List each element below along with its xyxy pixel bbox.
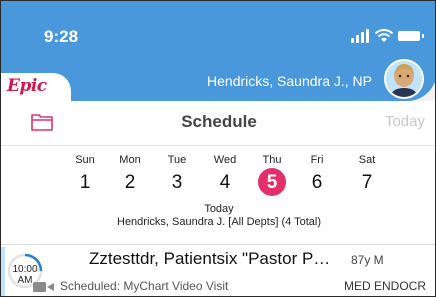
- day-name: Mon: [119, 154, 141, 166]
- day-name: Fri: [310, 154, 324, 166]
- epic-logo: Epic: [7, 76, 47, 96]
- appointment-time: 10:00: [12, 264, 38, 275]
- day-name: Sat: [358, 154, 376, 166]
- visit-type: Scheduled: MyChart Video Visit: [60, 279, 229, 293]
- day-name: Tue: [167, 154, 187, 166]
- appointment-row[interactable]: 10:00 AM Zztesttdr, Patientsix "Pastor P…: [1, 244, 435, 296]
- day-date: 2: [124, 172, 136, 193]
- wifi-icon: [374, 29, 394, 42]
- day-name: Sun: [75, 154, 95, 166]
- department-code: MED ENDOCR: [344, 279, 427, 293]
- battery-icon: [398, 31, 424, 41]
- day-date: 5: [266, 172, 278, 193]
- department-summary[interactable]: Hendricks, Saundra J. [All Depts] (4 Tot…: [1, 216, 435, 228]
- patient-age-sex: 87y M: [351, 253, 384, 267]
- row-divider: [1, 244, 435, 245]
- appointment-status-bar: [1, 247, 5, 296]
- schedule-panel: Schedule Today Sun 1 Mon 2 Tue 3 Wed 4 T…: [1, 101, 435, 246]
- today-button[interactable]: Today: [385, 113, 425, 130]
- app-header: 9:28 Epic Hendricks, Saundra J., NP: [1, 1, 435, 103]
- avatar-image: [386, 61, 422, 97]
- user-avatar[interactable]: [384, 59, 424, 99]
- day-date: 6: [311, 172, 323, 193]
- day-date: 3: [171, 172, 183, 193]
- video-camera-icon: [33, 282, 54, 292]
- status-time: 9:28: [44, 27, 79, 46]
- user-name[interactable]: Hendricks, Saundra J., NP: [207, 73, 372, 89]
- epic-logo-tab[interactable]: Epic: [1, 73, 71, 103]
- signal-icon: [351, 29, 371, 43]
- schedule-title: Schedule: [181, 112, 257, 131]
- day-name: Thu: [262, 154, 282, 166]
- toolbar-divider: [1, 145, 435, 146]
- day-name: Wed: [213, 154, 237, 166]
- today-label: Today: [204, 203, 234, 215]
- app-frame: 9:28 Epic Hendricks, Saundra J., NP Sche…: [0, 0, 436, 297]
- day-date: 7: [361, 172, 373, 193]
- day-date: 1: [79, 172, 91, 193]
- patient-name: Zztesttdr, Patientsix "Pastor Patient...: [89, 249, 339, 268]
- day-date: 4: [219, 172, 231, 193]
